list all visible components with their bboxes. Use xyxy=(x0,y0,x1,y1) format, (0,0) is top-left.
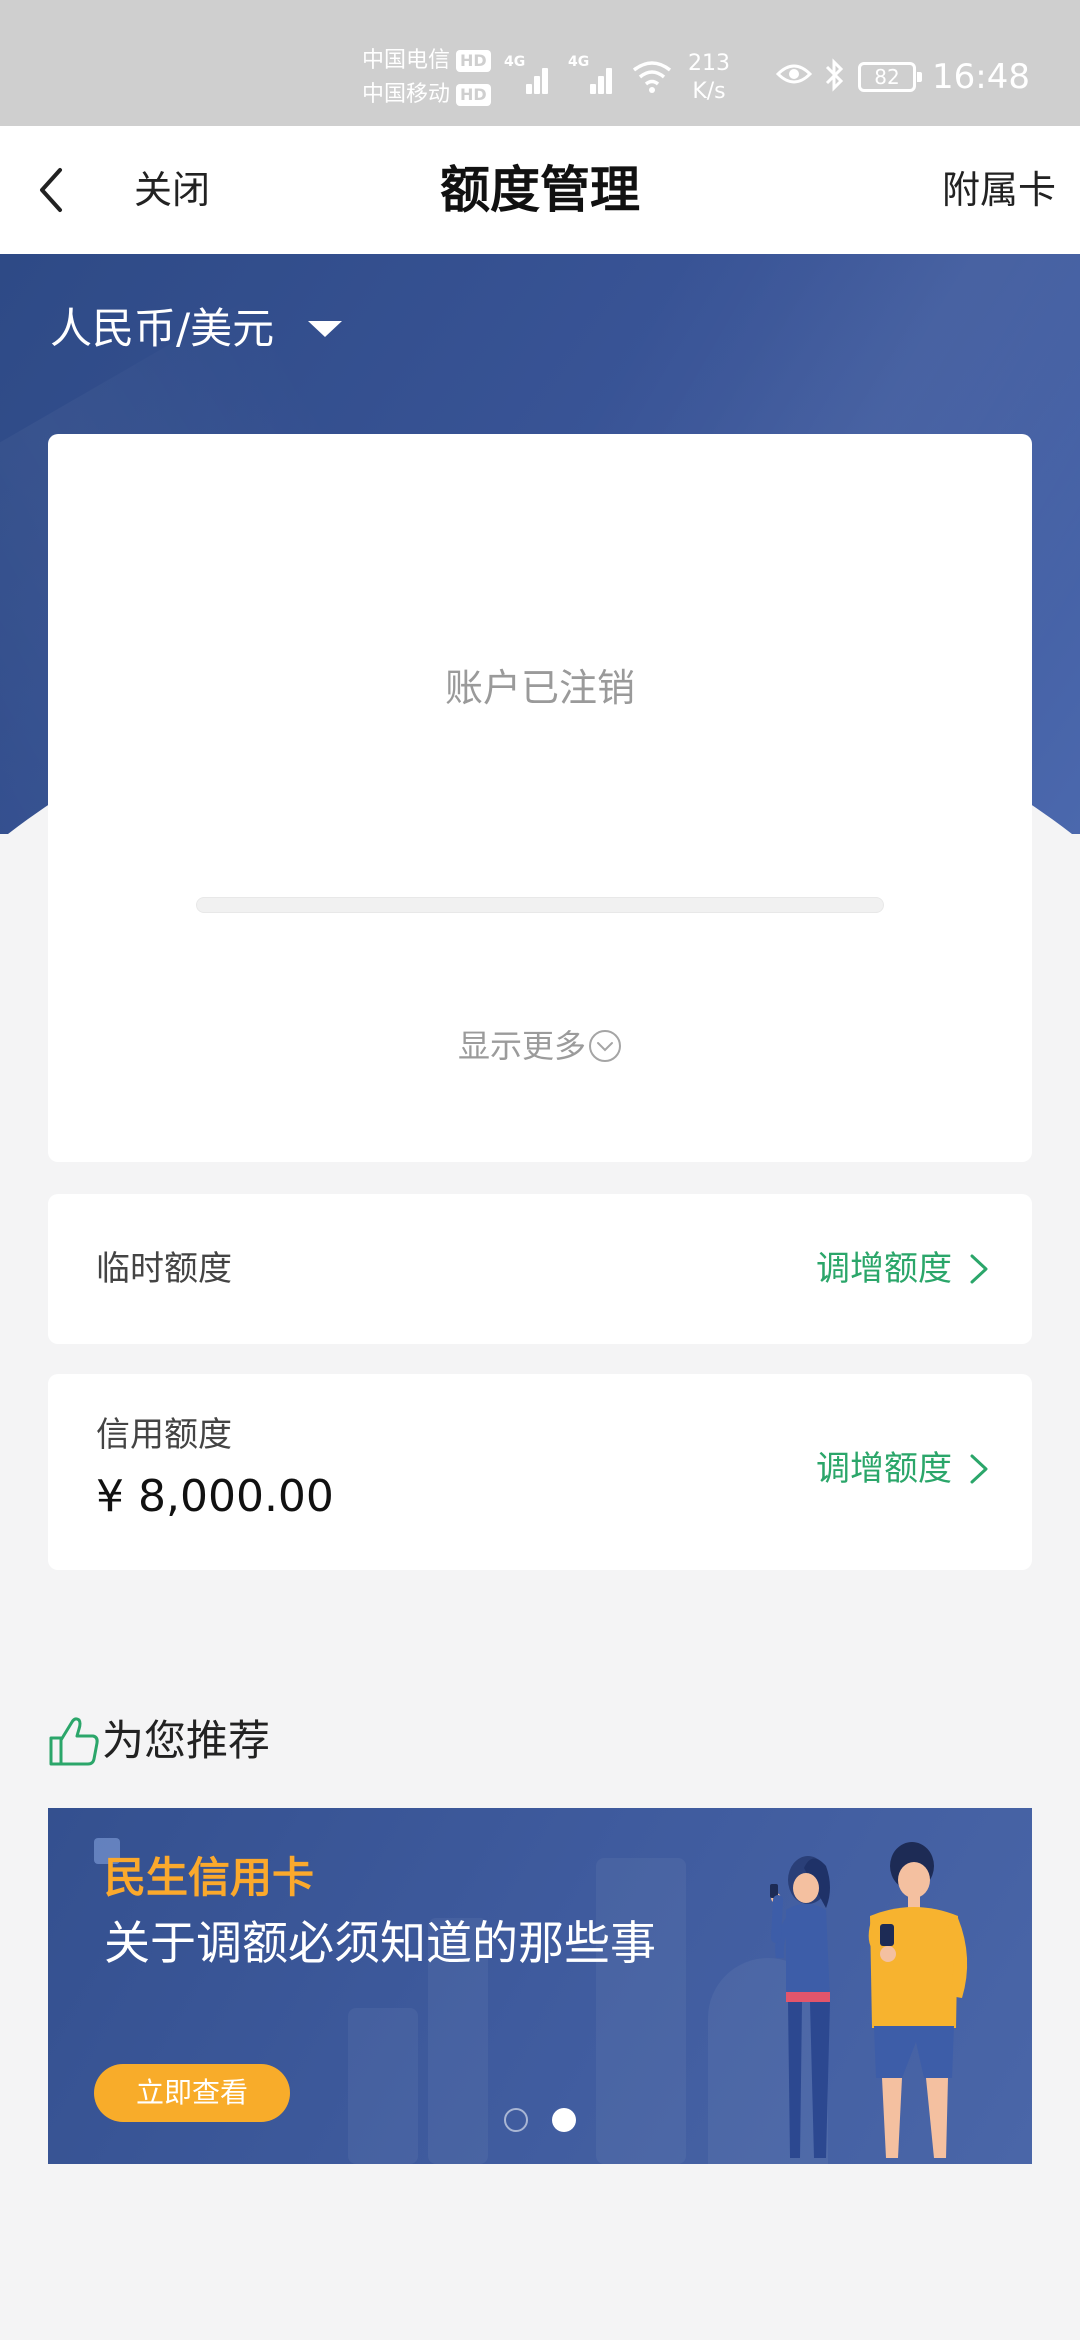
bluetooth-icon xyxy=(825,58,844,92)
hd-badge: HD xyxy=(456,84,491,106)
credit-limit-row: 信用额度 ¥ 8,000.00 调增额度 xyxy=(48,1374,1032,1570)
increase-limit-label: 调增额度 xyxy=(816,1249,952,1289)
supplementary-card-button[interactable]: 附属卡 xyxy=(942,164,1056,216)
carrier-info: 中国电信 HD 中国移动 HD xyxy=(362,44,491,112)
account-limit-card: 账户已注销 显示更多 xyxy=(48,434,1032,1162)
account-status: 账户已注销 xyxy=(444,666,635,710)
show-more-label: 显示更多 xyxy=(457,1027,586,1065)
banner-brand: 民生信用卡 xyxy=(104,1853,315,1902)
carrier-2: 中国移动 xyxy=(362,82,451,107)
credit-limit-amount: ¥ 8,000.00 xyxy=(96,1471,334,1522)
view-now-button[interactable]: 立即查看 xyxy=(94,2064,290,2122)
credit-limit-label: 信用额度 xyxy=(96,1415,232,1455)
network-type-1: 4G xyxy=(504,54,526,70)
signal-icon: 4G xyxy=(504,54,548,94)
increase-temporary-limit-button[interactable]: 调增额度 xyxy=(816,1246,990,1292)
banner-headline: 关于调额必须知道的那些事 xyxy=(104,1916,656,1970)
chevron-circle-down-icon xyxy=(589,1030,621,1062)
people-illustration xyxy=(770,1842,968,2158)
thumbs-up-icon xyxy=(49,1717,99,1766)
temporary-limit-row: 临时额度 调增额度 xyxy=(48,1194,1032,1344)
banner-decoration xyxy=(348,2008,418,2164)
currency-selector[interactable]: 人民币/美元 xyxy=(50,300,343,358)
carrier-1: 中国电信 xyxy=(362,48,451,73)
network-type-2: 4G xyxy=(568,54,590,70)
screen: 中国电信 HD 中国移动 HD 4G 4G 213 K/s 82 16:48 额… xyxy=(0,0,1080,2340)
eye-icon xyxy=(776,64,812,84)
show-more-button[interactable]: 显示更多 xyxy=(48,1024,1032,1068)
chevron-left-icon[interactable] xyxy=(30,160,76,220)
speed-unit: K/s xyxy=(692,79,726,104)
wifi-icon xyxy=(632,61,672,93)
recommend-title: 为您推荐 xyxy=(102,1716,271,1765)
carousel-indicator xyxy=(504,2108,600,2132)
promo-banner[interactable]: 民生信用卡 关于调额必须知道的那些事 立即查看 xyxy=(48,1808,1032,2164)
increase-limit-label: 调增额度 xyxy=(816,1449,952,1489)
navigation-bar: 额度管理 关闭 附属卡 xyxy=(0,126,1080,254)
clock: 16:48 xyxy=(932,57,1030,97)
temporary-limit-label: 临时额度 xyxy=(96,1249,232,1289)
close-button[interactable]: 关闭 xyxy=(134,164,210,216)
carousel-dot-active[interactable] xyxy=(552,2108,576,2132)
speed-value: 213 xyxy=(688,51,730,76)
battery-icon: 82 xyxy=(858,62,922,92)
chevron-right-icon xyxy=(970,1454,988,1484)
limit-progress-bar xyxy=(196,897,884,913)
signal-icon: 4G xyxy=(568,54,612,94)
status-bar: 中国电信 HD 中国移动 HD 4G 4G 213 K/s 82 16:48 xyxy=(0,0,1080,126)
banner-decoration xyxy=(596,1858,686,2164)
battery-level: 82 xyxy=(874,65,900,89)
recommend-heading: 为您推荐 xyxy=(48,1712,270,1770)
currency-label: 人民币/美元 xyxy=(50,304,275,353)
carousel-dot[interactable] xyxy=(504,2108,528,2132)
increase-credit-limit-button[interactable]: 调增额度 xyxy=(816,1446,990,1492)
network-speed: 213 K/s xyxy=(688,50,730,106)
chevron-right-icon xyxy=(970,1254,988,1284)
hd-badge: HD xyxy=(456,50,491,72)
caret-down-icon xyxy=(308,321,343,337)
